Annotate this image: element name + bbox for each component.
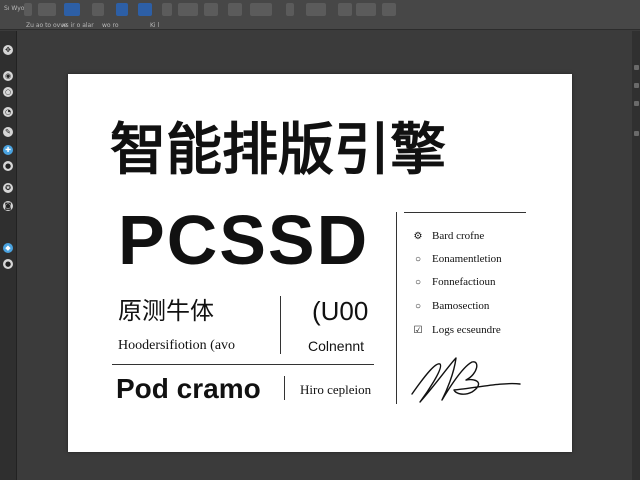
gradient-icon[interactable]: ◆ — [3, 243, 13, 253]
panel-toggle-3[interactable] — [634, 101, 639, 106]
crop-icon[interactable]: ◔ — [3, 107, 13, 117]
description-right: Colnennt — [308, 338, 365, 354]
big-word: Pod cramo — [116, 373, 261, 404]
stamp-icon[interactable]: ✪ — [3, 183, 13, 193]
healing-icon[interactable]: ✚ — [3, 145, 13, 155]
headline-en: PCSSD — [118, 201, 370, 279]
list-item-label: Eonamentletion — [432, 253, 502, 265]
lasso-icon[interactable]: ○ — [3, 87, 13, 97]
edit-icon: ☑ — [413, 325, 423, 336]
list-item: ○ Bamosection — [412, 300, 489, 312]
circle-icon: ○ — [414, 254, 422, 265]
right-panel-strip — [632, 31, 640, 480]
list-item-label: Logs ecseundre — [432, 324, 501, 336]
gear-icon: ⚙ — [413, 231, 423, 242]
divider-vertical-2 — [284, 376, 285, 400]
divider-vertical-main — [396, 212, 397, 404]
list-item: ○ Fonnefactioun — [412, 276, 496, 288]
description-left: Hoodersifiotion (avo — [118, 338, 236, 353]
move-icon[interactable]: ✥ — [3, 45, 13, 55]
list-item-label: Fonnefactioun — [432, 276, 496, 288]
option-label-3: wo ro — [102, 22, 119, 29]
option-button-9[interactable] — [286, 3, 294, 16]
option-button-10[interactable] — [306, 3, 326, 16]
list-item: ○ Eonamentletion — [412, 253, 502, 265]
option-button-2[interactable] — [116, 3, 128, 16]
subtitle-cn: 原测牛体 — [118, 297, 214, 325]
option-button-7[interactable] — [228, 3, 242, 16]
eye-icon[interactable]: ◉ — [3, 71, 13, 81]
list-item-label: Bamosection — [432, 300, 490, 312]
eraser-icon[interactable]: ◙ — [3, 201, 13, 211]
circle-icon: ○ — [414, 301, 422, 312]
option-button-5[interactable] — [178, 3, 198, 16]
divider-list-top — [404, 212, 526, 213]
list-item: ⚙ Bard crofne — [412, 230, 485, 242]
document-canvas[interactable]: 智能排版引擎 PCSSD 原测牛体 (U00 Hoodersifiotion (… — [68, 74, 572, 452]
list-item: ☑ Logs ecseundre — [412, 324, 501, 336]
divider-horizontal — [112, 364, 374, 365]
brush-icon[interactable]: ● — [3, 161, 13, 171]
subtitle-latin: (U00 — [312, 296, 369, 326]
option-button-3[interactable] — [138, 3, 152, 16]
option-label-2: xs ir o alar — [62, 22, 94, 29]
dodge-icon[interactable]: ● — [3, 259, 13, 269]
option-button-11[interactable] — [338, 3, 352, 16]
home-button[interactable] — [24, 3, 32, 16]
option-button-4[interactable] — [162, 3, 172, 16]
app-toolbar: Sı Wyo Zu ao to ovve xs ir o alar wo ro … — [0, 0, 640, 30]
option-button-13[interactable] — [382, 3, 396, 16]
option-button-12[interactable] — [356, 3, 376, 16]
headline-cn: 智能排版引擎 — [110, 118, 446, 183]
mode-button[interactable] — [64, 3, 80, 16]
circle-icon: ○ — [414, 277, 422, 288]
option-label-4: Ki l — [150, 22, 160, 29]
signature-drawing — [411, 357, 521, 403]
option-button-8[interactable] — [250, 3, 272, 16]
tools-panel: ✥ ◉ ○ ◔ ✎ ✚ ● ✪ ◙ ◆ ● — [0, 31, 17, 480]
option-button-6[interactable] — [204, 3, 218, 16]
panel-toggle-4[interactable] — [634, 131, 639, 136]
small-word: Hiro cepleion — [300, 382, 372, 397]
tool-preset-button[interactable] — [38, 3, 56, 16]
divider-vertical-1 — [280, 296, 281, 354]
list-item-label: Bard crofne — [432, 230, 485, 242]
panel-toggle-2[interactable] — [634, 83, 639, 88]
option-button-1[interactable] — [92, 3, 104, 16]
panel-toggle-1[interactable] — [634, 65, 639, 70]
eyedropper-icon[interactable]: ✎ — [3, 127, 13, 137]
file-menu[interactable]: Sı Wyo — [4, 4, 24, 14]
